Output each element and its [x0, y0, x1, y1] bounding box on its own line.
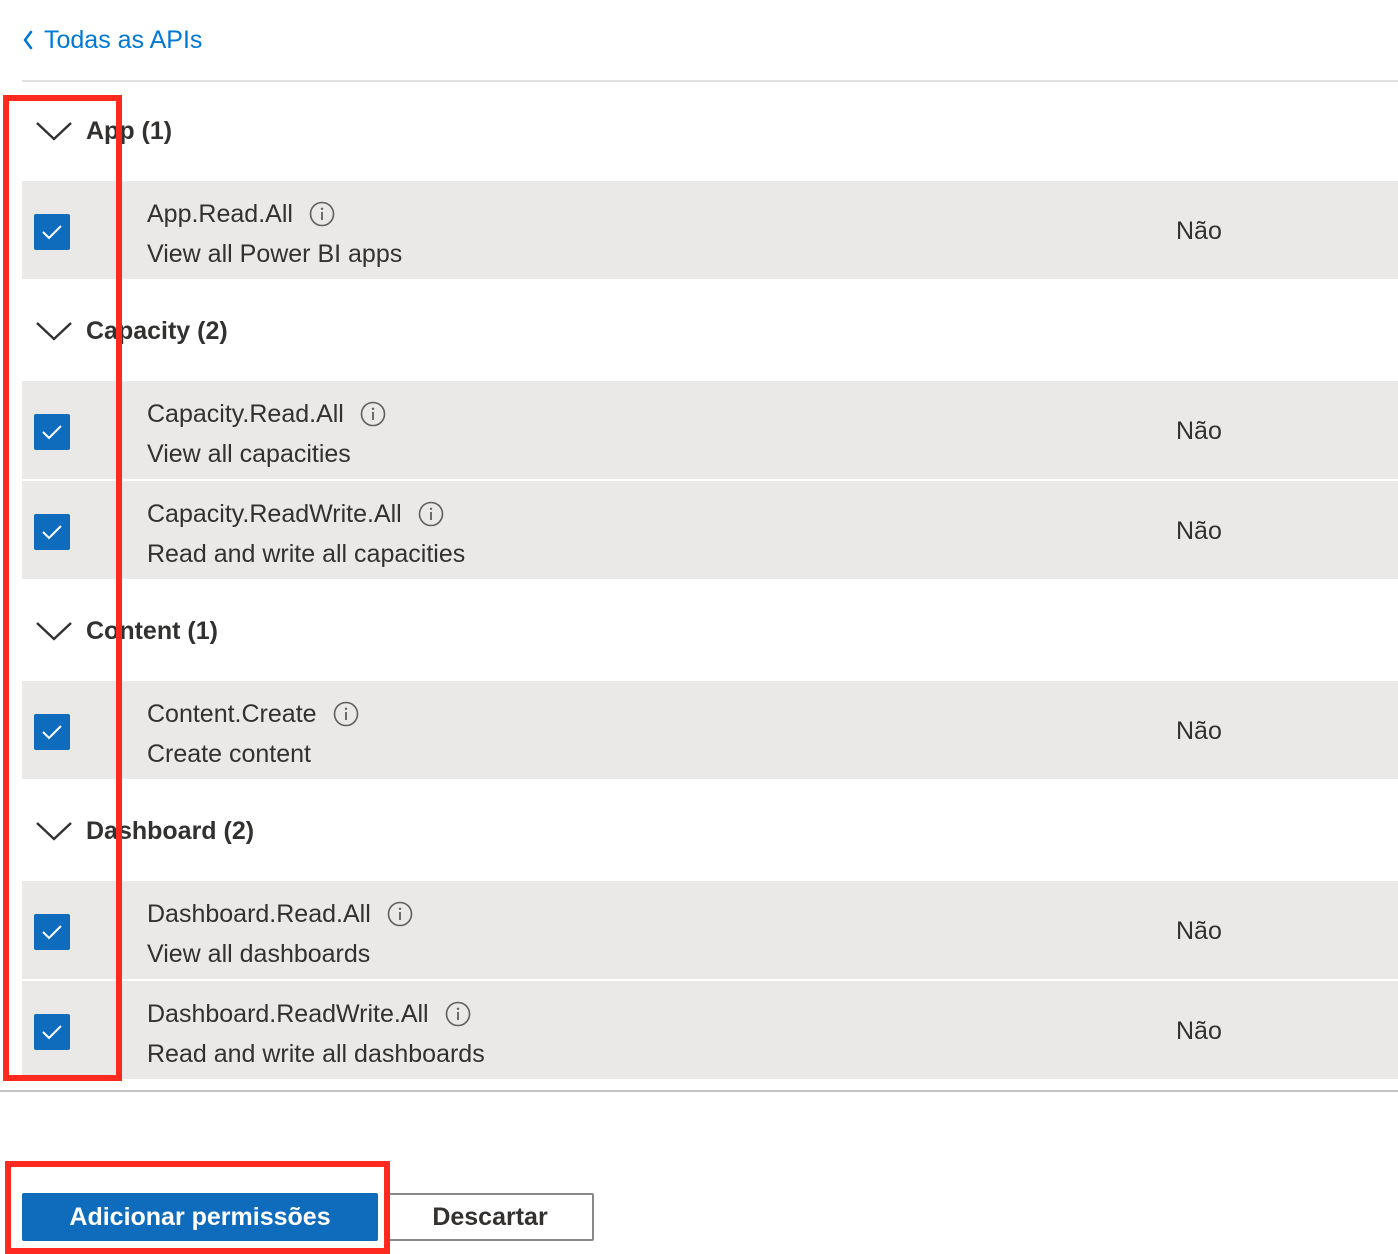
permission-name: Content.Create — [147, 699, 317, 728]
permissions-panel: Todas as APIs App (1) App.Read.All View … — [0, 0, 1398, 1254]
permission-description: View all Power BI apps — [147, 240, 403, 268]
permission-description: Read and write all dashboards — [147, 1040, 485, 1068]
permission-row: App.Read.All View all Power BI apps Não — [22, 181, 1398, 279]
permission-checkbox[interactable] — [34, 914, 70, 950]
group-header-app: App (1) — [22, 81, 1398, 181]
permission-name: Capacity.ReadWrite.All — [147, 499, 402, 528]
permission-checkbox[interactable] — [34, 414, 70, 450]
info-icon[interactable] — [333, 701, 359, 727]
checkmark-icon — [42, 725, 62, 740]
checkmark-icon — [42, 1025, 62, 1040]
permission-name: App.Read.All — [147, 199, 293, 228]
chevron-left-icon — [22, 30, 34, 50]
discard-button[interactable]: Descartar — [386, 1193, 594, 1241]
admin-consent-value: Não — [1176, 217, 1222, 245]
group-title: Content (1) — [86, 616, 218, 645]
permission-name: Dashboard.Read.All — [147, 899, 371, 928]
admin-consent-value: Não — [1176, 417, 1222, 445]
permission-row: Dashboard.Read.All View all dashboards N… — [22, 881, 1398, 979]
checkmark-icon — [42, 425, 62, 440]
permission-checkbox[interactable] — [34, 714, 70, 750]
permission-checkbox[interactable] — [34, 514, 70, 550]
add-permissions-button[interactable]: Adicionar permissões — [22, 1193, 378, 1241]
chevron-down-icon[interactable] — [34, 817, 74, 845]
admin-consent-value: Não — [1176, 1017, 1222, 1045]
permission-name: Capacity.Read.All — [147, 399, 344, 428]
info-icon[interactable] — [418, 501, 444, 527]
permission-description: View all dashboards — [147, 940, 371, 968]
permission-description: Read and write all capacities — [147, 540, 466, 568]
info-icon[interactable] — [360, 401, 386, 427]
permission-name: Dashboard.ReadWrite.All — [147, 999, 429, 1028]
group-title: Dashboard (2) — [86, 816, 255, 845]
info-icon[interactable] — [387, 901, 413, 927]
checkmark-icon — [42, 225, 62, 240]
group-title: Capacity (2) — [86, 316, 228, 345]
permission-description: View all capacities — [147, 440, 351, 468]
admin-consent-value: Não — [1176, 517, 1222, 545]
group-header-content: Content (1) — [22, 581, 1398, 681]
admin-consent-value: Não — [1176, 717, 1222, 745]
checkmark-icon — [42, 925, 62, 940]
permission-row: Dashboard.ReadWrite.All Read and write a… — [22, 981, 1398, 1079]
permission-checkbox[interactable] — [34, 1014, 70, 1050]
chevron-down-icon[interactable] — [34, 117, 74, 145]
checkmark-icon — [42, 525, 62, 540]
chevron-down-icon[interactable] — [34, 617, 74, 645]
info-icon[interactable] — [309, 201, 335, 227]
permission-row: Capacity.ReadWrite.All Read and write al… — [22, 481, 1398, 579]
admin-consent-value: Não — [1176, 917, 1222, 945]
back-to-all-apis-link[interactable]: Todas as APIs — [22, 22, 202, 58]
group-header-dashboard: Dashboard (2) — [22, 781, 1398, 881]
permission-row: Capacity.Read.All View all capacities Nã… — [22, 381, 1398, 479]
footer-divider — [0, 1090, 1398, 1092]
chevron-down-icon[interactable] — [34, 317, 74, 345]
group-title: App (1) — [86, 116, 173, 145]
back-link-label: Todas as APIs — [44, 25, 203, 54]
group-header-capacity: Capacity (2) — [22, 281, 1398, 381]
permission-row: Content.Create Create content Não — [22, 681, 1398, 779]
permission-checkbox[interactable] — [34, 214, 70, 250]
permission-description: Create content — [147, 740, 311, 768]
info-icon[interactable] — [445, 1001, 471, 1027]
